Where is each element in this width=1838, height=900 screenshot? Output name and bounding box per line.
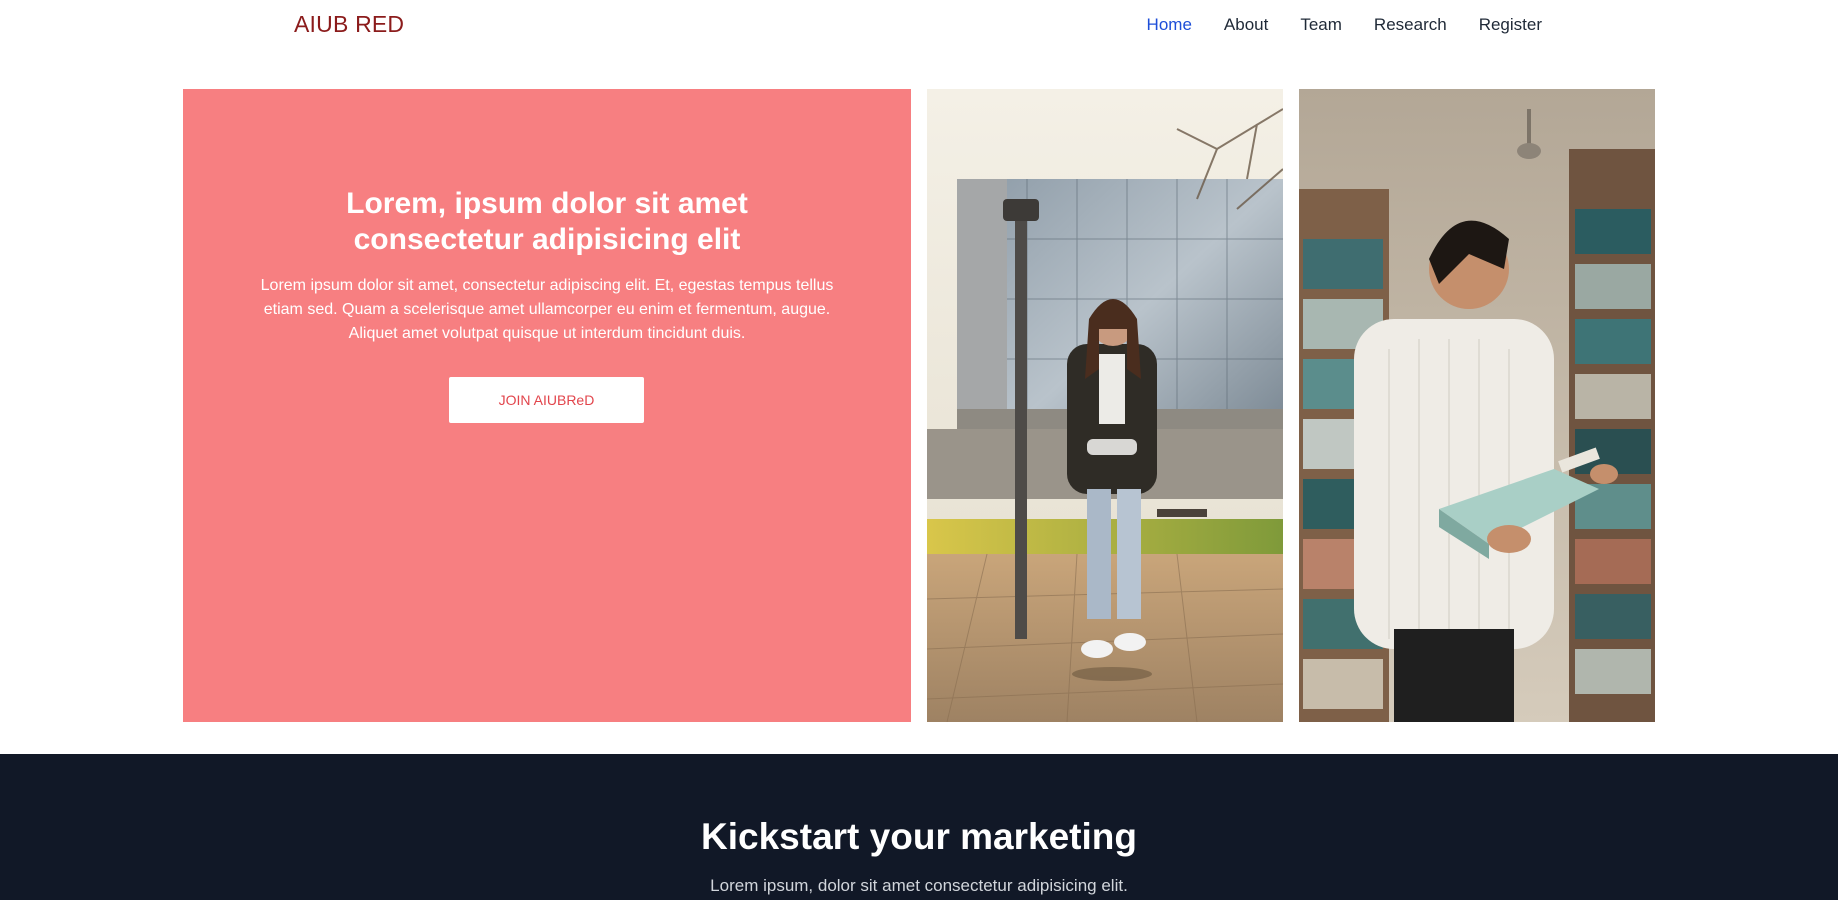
nav-link-research[interactable]: Research (1374, 15, 1447, 34)
hero-description: Lorem ipsum dolor sit amet, consectetur … (260, 277, 834, 342)
hero-title: Lorem, ipsum dolor sit amet consectetur … (346, 187, 748, 256)
nav-link-team[interactable]: Team (1300, 15, 1342, 34)
marketing-subtitle: Lorem ipsum, dolor sit amet consectetur … (710, 876, 1128, 895)
top-navbar: AIUB RED Home About Team Research Regist… (0, 0, 1838, 52)
nav-link-about[interactable]: About (1224, 15, 1268, 34)
join-button[interactable]: JOIN AIUBReD (449, 377, 644, 423)
nav-link-register[interactable]: Register (1479, 15, 1542, 34)
brand-logo[interactable]: AIUB RED (294, 11, 404, 38)
marketing-title: Kickstart your marketing (701, 816, 1137, 857)
nav-menu: Home About Team Research Register (1147, 15, 1542, 35)
campus-student-photo (927, 89, 1283, 722)
nav-link-home[interactable]: Home (1147, 15, 1192, 34)
marketing-section: Kickstart your marketing Lorem ipsum, do… (0, 754, 1838, 900)
hero-panel: Lorem, ipsum dolor sit amet consectetur … (183, 89, 911, 722)
library-student-photo (1299, 89, 1655, 722)
